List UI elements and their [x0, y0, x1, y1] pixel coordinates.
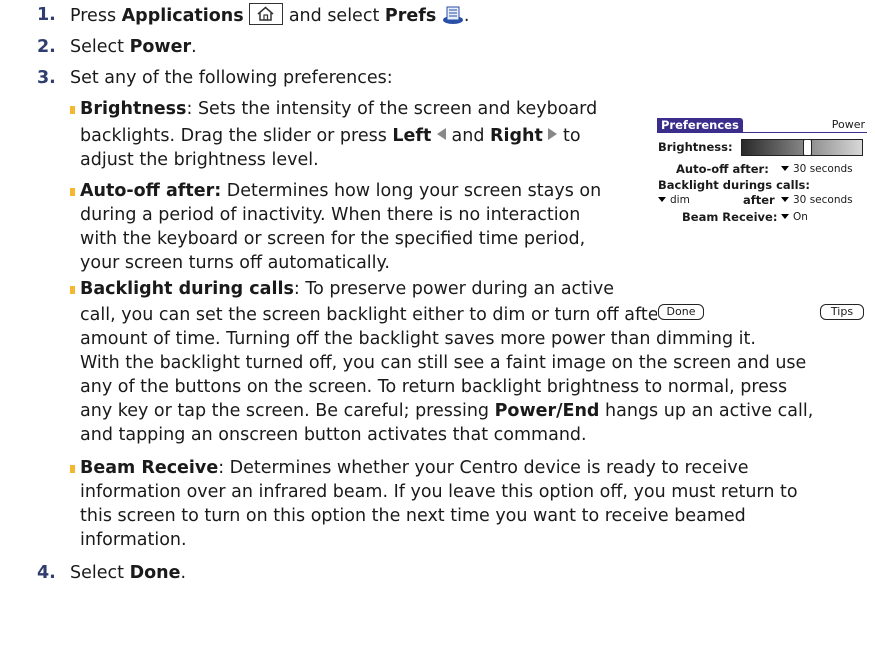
left-arrow-icon — [436, 128, 446, 140]
step-number: 3. — [37, 68, 56, 88]
backlight-line-3: amount of time. Turning off the backligh… — [80, 329, 756, 349]
step-number: 2. — [37, 37, 56, 57]
step-number: 4. — [37, 563, 56, 583]
dropdown-arrow-icon — [781, 214, 789, 219]
bullet-icon — [70, 465, 75, 473]
bullet-icon — [70, 106, 75, 114]
home-icon — [249, 3, 284, 25]
step-1-text: Press Applications and select Prefs . — [70, 3, 469, 28]
palm-title: Preferences — [657, 118, 743, 133]
dropdown-arrow-icon — [658, 197, 666, 202]
beam-receive-dropdown[interactable]: On — [781, 210, 808, 224]
step-1: 1. — [37, 3, 56, 27]
done-button[interactable]: Done — [658, 304, 704, 320]
dropdown-arrow-icon — [781, 197, 789, 202]
backlight-calls-label: Backlight durings calls: — [658, 178, 810, 192]
beam-line-4: information. — [80, 530, 187, 550]
beam-line-1: Beam Receive: Determines whether your Ce… — [80, 458, 749, 478]
brightness-label: Brightness: — [658, 140, 733, 154]
dropdown-arrow-icon — [781, 166, 789, 171]
autooff-label: Auto-off after: — [676, 162, 769, 176]
autooff-line-1: Auto-off after: Determines how long your… — [80, 181, 602, 201]
brightness-slider[interactable] — [741, 139, 863, 156]
step-4: 4. — [37, 561, 56, 585]
brightness-slider-thumb[interactable] — [803, 139, 812, 156]
step-3: 3. — [37, 66, 56, 90]
bullet-icon — [70, 188, 75, 196]
autooff-line-4: your screen turns off automatically. — [80, 253, 390, 273]
prefs-icon — [442, 5, 464, 25]
bullet-icon — [70, 286, 75, 294]
step-2-text: Select Power. — [70, 37, 197, 57]
brightness-line-2: backlights. Drag the slider or press Lef… — [80, 126, 581, 146]
backlight-line-5: any of the buttons on the screen. To ret… — [80, 377, 788, 397]
autooff-line-3: with the keyboard or screen for the spec… — [80, 229, 586, 249]
after-label: after — [743, 193, 775, 207]
backlight-line-7: and tapping an onscreen button activates… — [80, 425, 587, 445]
palm-preferences-screen: Preferences Power Brightness: Auto-off a… — [657, 118, 867, 324]
brightness-line-3: adjust the brightness level. — [80, 150, 319, 170]
backlight-line-4: With the backlight turned off, you can s… — [80, 353, 807, 373]
backlight-line-1: Backlight during calls: To preserve powe… — [80, 279, 615, 299]
tips-button[interactable]: Tips — [820, 304, 864, 320]
autooff-line-2: during a period of inactivity. When ther… — [80, 205, 581, 225]
backlight-mode-dropdown[interactable]: dim — [658, 193, 690, 207]
step-number: 1. — [37, 5, 56, 25]
step-4-text: Select Done. — [70, 563, 187, 583]
step-3-text: Set any of the following preferences: — [70, 68, 393, 88]
brightness-line-1: Brightness: Sets the intensity of the sc… — [80, 99, 598, 119]
step-2: 2. — [37, 35, 56, 59]
beam-line-2: information over an infrared beam. If yo… — [80, 482, 798, 502]
backlight-line-6: any key or tap the screen. Be careful; p… — [80, 401, 814, 421]
palm-title-bar: Preferences Power — [657, 118, 867, 133]
beam-line-3: this screen to turn on this option the n… — [80, 506, 746, 526]
palm-panel-name[interactable]: Power — [832, 118, 865, 132]
autooff-dropdown[interactable]: 30 seconds — [781, 162, 853, 176]
beam-receive-label: Beam Receive: — [682, 210, 778, 224]
backlight-after-dropdown[interactable]: 30 seconds — [781, 193, 853, 207]
